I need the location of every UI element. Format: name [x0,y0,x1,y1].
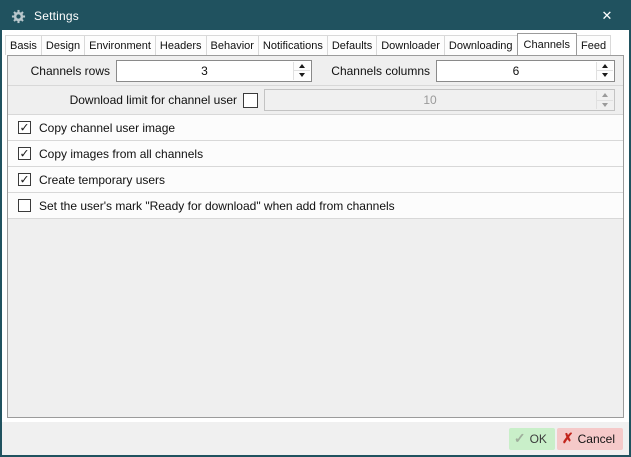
ok-button[interactable]: ✓ OK [509,428,555,450]
page-empty-area [8,219,623,417]
set-ready-mark-checkbox[interactable] [18,199,31,212]
checkbox-mark: ✓ [19,121,29,133]
download-limit-input [265,90,595,110]
tab-defaults[interactable]: Defaults [327,35,377,55]
checkbox-mark: ✓ [19,147,29,159]
window-title: Settings [34,9,587,23]
arrow-down-icon [602,73,608,77]
arrow-down-icon [602,103,608,107]
spin-down-button [597,101,613,110]
channels-rows-spin-buttons [293,62,310,80]
spin-up-button [597,91,613,101]
tab-downloading[interactable]: Downloading [444,35,518,55]
settings-dialog: Settings ✕ Basis Design Environment Head… [0,0,631,457]
checkbox-row-set-ready-mark[interactable]: Set the user's mark "Ready for download"… [8,193,623,219]
ok-button-label: OK [530,432,547,446]
spin-up-button[interactable] [597,62,613,72]
checkbox-label: Set the user's mark "Ready for download"… [39,199,395,213]
channels-rows-label: Channels rows [16,64,116,78]
cancel-button[interactable]: ✗ Cancel [557,428,623,450]
title-bar: Settings ✕ [2,2,629,30]
checkbox-label: Create temporary users [39,173,165,187]
spin-up-button[interactable] [294,62,310,72]
channels-columns-spin-buttons [596,62,613,80]
tab-headers[interactable]: Headers [155,35,207,55]
tab-environment[interactable]: Environment [84,35,156,55]
gear-icon [11,9,26,24]
channels-rows-input[interactable] [117,61,292,81]
spin-down-button[interactable] [597,71,613,80]
arrow-up-icon [602,64,608,68]
cancel-button-label: Cancel [578,432,615,446]
channels-rows-spinner [116,60,312,82]
download-limit-spin-buttons [596,91,613,109]
arrow-up-icon [299,64,305,68]
tab-channels[interactable]: Channels [517,33,577,55]
checkbox-mark: ✓ [19,173,29,185]
download-limit-label: Download limit for channel user [16,93,243,107]
channels-columns-spinner [436,60,615,82]
tab-downloader[interactable]: Downloader [376,35,445,55]
checkbox-label: Copy channel user image [39,121,175,135]
check-icon: ✓ [514,430,526,447]
checkbox-row-copy-images-all[interactable]: ✓ Copy images from all channels [8,141,623,167]
checkbox-row-copy-user-image[interactable]: ✓ Copy channel user image [8,115,623,141]
checkbox-row-create-temp-users[interactable]: ✓ Create temporary users [8,167,623,193]
x-icon: ✗ [562,430,574,447]
spin-down-button[interactable] [294,71,310,80]
checkbox-label: Copy images from all channels [39,147,203,161]
channels-columns-label: Channels columns [324,64,436,78]
arrow-up-icon [602,93,608,97]
create-temporary-users-checkbox[interactable]: ✓ [18,173,31,186]
copy-channel-user-image-checkbox[interactable]: ✓ [18,121,31,134]
arrow-down-icon [299,73,305,77]
tab-basis[interactable]: Basis [5,35,42,55]
grid-size-row: Channels rows Channels columns [8,56,623,86]
channels-columns-input[interactable] [437,61,595,81]
download-limit-spinner [264,89,615,111]
download-limit-row: Download limit for channel user [8,86,623,115]
download-limit-checkbox[interactable] [243,93,258,108]
close-icon[interactable]: ✕ [587,2,627,30]
tab-notifications[interactable]: Notifications [258,35,328,55]
dialog-footer: ✓ OK ✗ Cancel [2,422,629,455]
tab-behavior[interactable]: Behavior [206,35,259,55]
channels-tab-page: Channels rows Channels columns Download … [7,55,624,418]
tab-bar: Basis Design Environment Headers Behavio… [2,30,629,55]
tab-design[interactable]: Design [41,35,85,55]
copy-images-from-all-channels-checkbox[interactable]: ✓ [18,147,31,160]
tab-feed[interactable]: Feed [576,35,611,55]
